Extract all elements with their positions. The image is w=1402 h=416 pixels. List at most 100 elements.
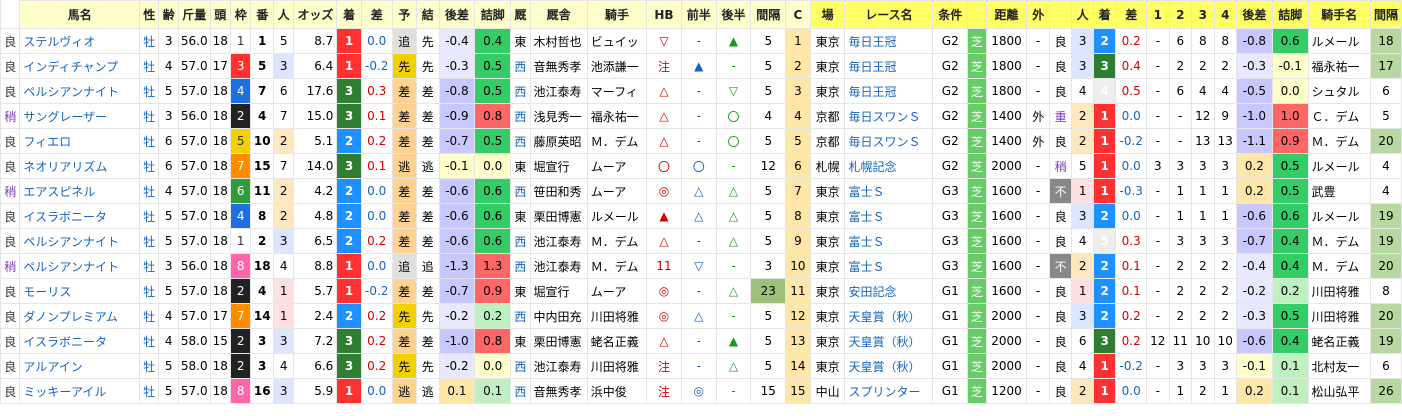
horse-name-link[interactable]: サングレーザー (19, 103, 141, 129)
header-sa[interactable]: 差 (360, 0, 393, 29)
horse-name-link[interactable]: ペルシアンナイト (19, 78, 141, 104)
table-row[interactable]: 良イスラボニータ牡 5 57.0 18 4 8 2 4.8 2 0.0 差差 -0.6 0.6 東栗田博憲… (0, 203, 1402, 229)
table-row[interactable]: 良ミッキーアイル牡 5 57.0 18 8 16 3 5.9 1 0.0 逃逃 0.1 0.1 西音無秀孝… (0, 378, 1402, 404)
header-race[interactable]: レース名 (844, 0, 934, 29)
table-row[interactable]: 稍ペルシアンナイト牡 3 56.0 18 8 18 4 8.8 1 0.0 追追 -1.3 1.3 西池江… (0, 253, 1402, 279)
header-odds[interactable]: オッズ (293, 0, 338, 29)
table-row[interactable]: 稍サングレーザー牡 3 56.0 18 2 4 7 15.0 3 0.1 差差 -0.9 0.8 西浅見秀… (0, 103, 1402, 129)
race-name-link[interactable]: 札幌記念 (844, 153, 934, 179)
horse-name-link[interactable]: イスラボニータ (19, 328, 141, 354)
jockey-cell: マーフィ (586, 78, 648, 104)
race-name-link[interactable]: 天皇賞（秋） (844, 328, 934, 354)
race-name-link[interactable]: 毎日王冠 (844, 53, 934, 79)
race-name-link[interactable]: 天皇賞（秋） (844, 353, 934, 379)
header-n2[interactable]: 人 (1071, 0, 1094, 29)
horse-name-link[interactable]: エアスピネル (19, 178, 141, 204)
age-cell: 5 (158, 228, 179, 254)
header-jo[interactable]: 場 (809, 0, 846, 29)
table-row[interactable]: 良インディチャンプ牡 4 57.0 17 3 5 3 6.4 1 -0.2 先先 -0.3 0.5 西音無… (0, 53, 1402, 79)
header-tsume[interactable]: 詰脚 (474, 0, 512, 29)
header-ks2[interactable]: 後差 (1235, 0, 1273, 29)
table-row[interactable]: 良イスラボニータ牡 4 58.0 15 2 3 3 7.2 3 0.2 差差 -1.0 0.8 東栗田博憲… (0, 328, 1402, 354)
table-row[interactable]: 良ネオリアリズム牡 6 57.0 18 7 15 7 14.0 3 0.1 逃逃 -0.1 0.0 東堀宣… (0, 153, 1402, 179)
race-name-link[interactable]: 富士Ｓ (844, 228, 934, 254)
waku-cell: 2 (230, 353, 252, 379)
header-jockey2[interactable]: 騎手名 (1307, 0, 1371, 29)
header-waku[interactable]: 枠 (230, 0, 252, 29)
header-p4[interactable]: 4 (1213, 0, 1237, 29)
horse-name-link[interactable]: ネオリアリズム (19, 153, 141, 179)
table-row[interactable]: 良ペルシアンナイト牡 5 57.0 18 1 2 3 6.5 2 0.2 差差 -0.6 0.6 西池江泰… (0, 228, 1402, 254)
table-row[interactable]: 良ペルシアンナイト牡 5 57.0 18 4 7 6 17.6 3 0.3 差差 -0.8 0.5 西池江… (0, 78, 1402, 104)
header-p1[interactable]: 1 (1146, 0, 1170, 29)
header-name[interactable]: 馬名 (19, 0, 141, 29)
race-name-link[interactable]: 天皇賞（秋） (844, 303, 934, 329)
horse-name-link[interactable]: ステルヴィオ (19, 28, 141, 54)
header-k2[interactable]: 間隔 (1369, 0, 1402, 29)
horse-name-link[interactable]: フィエロ (19, 128, 141, 154)
hb-cell: ◎ (646, 303, 682, 329)
header-kyori[interactable]: 距離 (985, 0, 1028, 29)
header-age[interactable]: 齢 (158, 0, 179, 29)
race-name-link[interactable]: 毎日王冠 (844, 28, 934, 54)
header-kankaku[interactable]: 間隔 (750, 0, 787, 29)
header-chaku[interactable]: 着 (336, 0, 362, 29)
header-c2[interactable]: 着 (1092, 0, 1117, 29)
table-row[interactable]: 良ステルヴィオ牡 3 56.0 18 1 1 5 8.7 1 0.0 追先 -0.4 0.4 東木村哲也ビ… (0, 28, 1402, 54)
header-yo[interactable]: 予 (391, 0, 418, 29)
header-cond[interactable]: 条件 (932, 0, 969, 29)
header-ketsu[interactable]: 結 (416, 0, 440, 29)
ninki-cell: 1 (272, 303, 295, 329)
jockey2-cell: 松山弘平 (1307, 378, 1371, 404)
race-name-link[interactable]: 毎日スワンＳ (844, 128, 934, 154)
header-p2[interactable]: 2 (1168, 0, 1193, 29)
header-ts2[interactable]: 詰脚 (1271, 0, 1309, 29)
chaku-cell: 1 (336, 53, 362, 79)
race-name-link[interactable]: 安田記念 (844, 278, 934, 304)
horse-name-link[interactable]: ペルシアンナイト (19, 253, 141, 279)
header-kosa[interactable]: 後差 (438, 0, 476, 29)
header-jockey[interactable]: 騎手 (586, 0, 648, 29)
header-c[interactable]: C (785, 0, 811, 29)
header-zen[interactable]: 前半 (680, 0, 717, 29)
race-name-link[interactable]: 毎日王冠 (844, 78, 934, 104)
horse-name-link[interactable]: ミッキーアイル (19, 378, 141, 404)
chaku2-cell: 1 (1092, 153, 1117, 179)
horse-name-link[interactable]: ダノンプレミアム (19, 303, 141, 329)
soto-cell: - (1026, 78, 1050, 104)
race-name-link[interactable]: 富士Ｓ (844, 203, 934, 229)
header-hb[interactable]: HB (646, 0, 682, 29)
header-kinryo[interactable]: 斤量 (177, 0, 211, 29)
surface-cell: 芝 (967, 328, 987, 354)
table-row[interactable]: 稍エアスピネル牡 4 57.0 18 6 11 2 4.2 2 0.0 差差 -0.6 0.6 西笹田和秀… (0, 178, 1402, 204)
header-soto[interactable]: 外 (1026, 0, 1050, 29)
header-p3[interactable]: 3 (1191, 0, 1215, 29)
table-row[interactable]: 良モーリス牡 5 57.0 18 2 4 1 5.7 1 -0.2 差差 -0.7 0.9 東堀宣行 ムーア… (0, 278, 1402, 304)
header-s2[interactable]: 差 (1115, 0, 1148, 29)
horse-name-link[interactable]: イスラボニータ (19, 203, 141, 229)
header-kyu[interactable]: 厩 (510, 0, 531, 29)
table-row[interactable]: 良アルアイン牡 5 58.0 18 2 3 4 6.6 3 0.2 先先 -0.2 0.0 西池江泰寿 川田… (0, 353, 1402, 379)
ninki-cell: 4 (272, 253, 295, 279)
kyusha-cell: 浅見秀一 (529, 103, 588, 129)
ninki2-cell: 2 (1071, 103, 1094, 129)
table-row[interactable]: 良フィエロ牡 6 57.0 18 5 10 2 5.1 2 0.2 差差 -0.7 0.5 西藤原英昭 Ｍ．… (0, 128, 1402, 154)
table-row[interactable]: 良ダノンプレミアム牡 4 57.0 17 7 14 1 2.4 2 0.2 先先 -0.2 0.2 西中内… (0, 303, 1402, 329)
header-kyusha[interactable]: 厩舎 (529, 0, 588, 29)
kyu-cell: 東 (510, 328, 531, 354)
race-name-link[interactable]: スプリンター (844, 378, 934, 404)
header-tosu[interactable]: 頭 (209, 0, 232, 29)
horse-name-link[interactable]: モーリス (19, 278, 141, 304)
horse-name-link[interactable]: ペルシアンナイト (19, 228, 141, 254)
header-ko[interactable]: 後半 (715, 0, 752, 29)
race-name-link[interactable]: 富士Ｓ (844, 253, 934, 279)
jockey2-cell: Ｍ．デム (1307, 253, 1371, 279)
header-ninki[interactable]: 人 (272, 0, 295, 29)
horse-name-link[interactable]: アルアイン (19, 353, 141, 379)
header-sex[interactable]: 性 (139, 0, 160, 29)
header-blank2 (1048, 0, 1073, 29)
race-name-link[interactable]: 富士Ｓ (844, 178, 934, 204)
header-ban[interactable]: 番 (250, 0, 274, 29)
horse-name-link[interactable]: インディチャンプ (19, 53, 141, 79)
race-name-link[interactable]: 毎日スワンＳ (844, 103, 934, 129)
